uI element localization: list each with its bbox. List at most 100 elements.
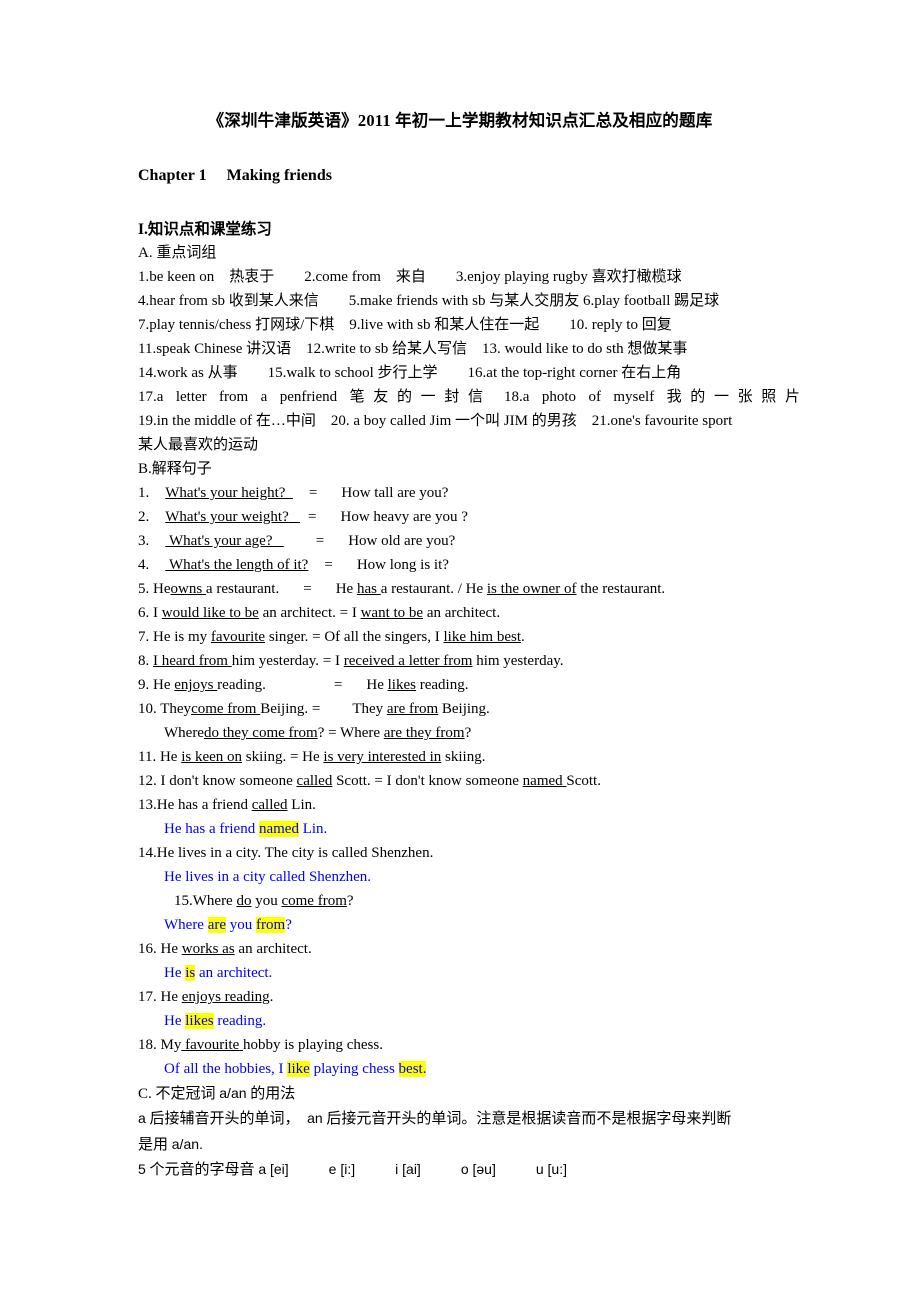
- sentence-item-13-answer: He has a friend named Lin.: [138, 817, 800, 841]
- item-right: How tall are you?: [341, 485, 449, 501]
- keyword-is-the-owner-of: is the owner of: [486, 581, 577, 597]
- item-number: 9.: [138, 677, 150, 693]
- item-right: How heavy are you ?: [340, 509, 468, 525]
- item-number: 16.: [138, 941, 157, 957]
- item-text: He has a friend: [156, 797, 248, 813]
- sentence-item-17-answer: He likes reading.: [138, 1009, 800, 1033]
- keyword-come-from: come from: [281, 893, 347, 909]
- keyword-has: has: [356, 581, 377, 597]
- phrase-18-cn: 我的一张照片: [666, 389, 800, 405]
- chapter-name: Making friends: [226, 167, 332, 184]
- sentence-item-7: 7. He is my favourite singer. = Of all t…: [138, 625, 800, 649]
- answer-text: Lin.: [298, 821, 328, 837]
- item-text: ?: [346, 893, 354, 909]
- answer-text: an architect.: [195, 965, 273, 981]
- answer-text: He: [164, 965, 186, 981]
- phrase-line-2: 4.hear from sb 收到某人来信 5.make friends wit…: [138, 293, 720, 309]
- item-text: He: [160, 989, 179, 1005]
- part-a-heading: A. 重点词组: [138, 245, 217, 261]
- answer-text: you: [226, 917, 257, 933]
- item-left: What's your age?: [169, 533, 273, 549]
- item-right: How long is it?: [356, 557, 449, 573]
- keyword-named: named: [522, 773, 563, 789]
- article-a-an: a/an.: [171, 1136, 203, 1152]
- phrase-line-8: 某人最喜欢的运动: [138, 437, 259, 453]
- item-left: What's your height?: [165, 485, 286, 501]
- item-text: Scott.: [566, 773, 601, 789]
- item-text: ?: [464, 725, 472, 741]
- item-text: ? = Where: [317, 725, 381, 741]
- sentence-item-15-answer: Where are you from?: [138, 913, 800, 937]
- rule-text: 后接元音开头的单词。注意是根据读音而不是根据字母来判断: [322, 1111, 732, 1127]
- part-c-rule-2: 是用 a/an.: [138, 1132, 800, 1157]
- keyword-is-very-interested-in: is very interested in: [323, 749, 442, 765]
- item-text: reading.: [419, 677, 469, 693]
- sentence-item-10-sub: Wheredo they come from? = Where are they…: [138, 721, 800, 745]
- sentence-item-8: 8. I heard from him yesterday. = I recei…: [138, 649, 800, 673]
- part-c-rule: a 后接辅音开头的单词， an 后接元音开头的单词。注意是根据读音而不是根据字母…: [138, 1106, 806, 1132]
- rule-text: 是用: [138, 1137, 172, 1153]
- keyword-works-as: works as: [181, 941, 235, 957]
- phrase-line-5: 14.work as 从事 15.walk to school 步行上学 16.…: [138, 365, 682, 381]
- equals-sign: =: [303, 581, 312, 597]
- keyword-would-like-to-be: would like to be: [161, 605, 259, 621]
- sentence-item-15: 15.Where do you come from?: [138, 889, 800, 913]
- item-text: him yesterday. = I: [231, 653, 341, 669]
- phrase-17-en: 17.a letter from a penfriend: [138, 389, 338, 405]
- item-text: you: [255, 893, 278, 909]
- item-text: Where: [192, 893, 233, 909]
- sentence-item-10: 10. Theycome from Beijing. = They are fro…: [138, 697, 800, 721]
- keyword-i-heard-from: I heard from: [153, 653, 228, 669]
- item-number: 1.: [138, 485, 150, 501]
- article-an: an: [307, 1110, 323, 1126]
- answer-text: Where: [164, 917, 208, 933]
- rule-text: 后接辅音开头的单词，: [145, 1111, 308, 1127]
- chapter-label: Chapter 1: [138, 167, 207, 184]
- equals-sign: =: [333, 677, 343, 693]
- sentence-item-1: 1. What's your height? = How tall are you?: [138, 481, 800, 505]
- item-text: hobby is playing chess.: [242, 1037, 383, 1053]
- page-title: 《深圳牛津版英语》2011 年初一上学期教材知识点汇总及相应的题库: [207, 111, 713, 130]
- item-text: They: [352, 701, 384, 717]
- item-text: skiing.: [445, 749, 486, 765]
- vowel-o: o [əu]: [460, 1161, 496, 1177]
- answer-text: playing chess: [309, 1061, 399, 1077]
- sentence-item-5: 5. Heowns a restaurant. = He has a restaur…: [138, 577, 800, 601]
- sentence-item-16: 16. He works as an architect.: [138, 937, 800, 961]
- item-text: the restaurant.: [580, 581, 666, 597]
- keyword-enjoys: enjoys: [174, 677, 214, 693]
- item-number: 6.: [138, 605, 150, 621]
- part-b-heading: B.解释句子: [138, 461, 212, 477]
- sentence-item-13: 13.He has a friend called Lin.: [138, 793, 800, 817]
- item-text: an architect.: [238, 941, 312, 957]
- phrase-line-6: 17.a letter from a penfriend 笔友的一封信 18.a…: [138, 385, 800, 409]
- article-a: a: [138, 1110, 146, 1126]
- item-text: Beijing.: [441, 701, 490, 717]
- item-number: 2.: [138, 509, 150, 525]
- item-text: skiing. = He: [245, 749, 320, 765]
- keyword-are-from: are from: [386, 701, 439, 717]
- equals-sign: =: [315, 533, 325, 549]
- item-number: 17.: [138, 989, 157, 1005]
- vowel-a: a [ei]: [258, 1161, 289, 1177]
- sentence-item-3: 3. What's your age? = How old are you?: [138, 529, 800, 553]
- item-number: 18.: [138, 1037, 157, 1053]
- item-text: He: [159, 749, 178, 765]
- item-number: 10.: [138, 701, 157, 717]
- item-text: He: [160, 941, 179, 957]
- sentence-item-16-answer: He is an architect.: [138, 961, 800, 985]
- answer-text: Of all the hobbies, I: [164, 1061, 288, 1077]
- sentence-item-9: 9. He enjoys reading. = He likes reading.: [138, 673, 800, 697]
- sentence-item-14: 14.He lives in a city. The city is calle…: [138, 841, 800, 865]
- item-text: .: [521, 629, 525, 645]
- item-text: He: [153, 677, 171, 693]
- phrase-line-7: 19.in the middle of 在…中间 20. a boy calle…: [138, 413, 733, 429]
- vowel-letters-line: 5 个元音的字母音 a [ei] e [i:] i [ai] o [əu] u [u:]: [138, 1157, 800, 1182]
- keyword-are-they-from: are they from: [383, 725, 465, 741]
- answer-text: He has a friend: [164, 821, 259, 837]
- phrase-line-3: 7.play tennis/chess 打网球/下棋 9.live with s…: [138, 317, 672, 333]
- item-text: .: [269, 989, 274, 1005]
- phrase-line-4: 11.speak Chinese 讲汉语 12.write to sb 给某人写…: [138, 341, 688, 357]
- item-number: 12.: [138, 773, 157, 789]
- keyword-enjoys-reading: enjoys reading: [181, 989, 270, 1005]
